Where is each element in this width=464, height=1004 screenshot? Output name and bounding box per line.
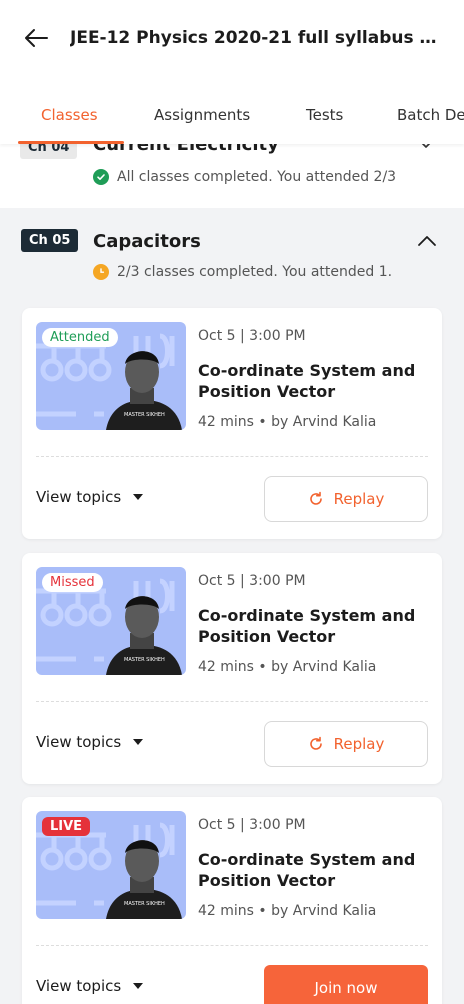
class-card: MASTER SIKHEH Attended Oct 5 | 3:00 PM C…	[22, 308, 442, 539]
tab-assignments[interactable]: Assignments	[154, 106, 250, 124]
svg-text:MASTER SIKHEH: MASTER SIKHEH	[124, 901, 165, 907]
tab-tests[interactable]: Tests	[306, 106, 343, 124]
replay-button[interactable]: Replay	[264, 476, 428, 522]
page-title: JEE-12 Physics 2020-21 full syllabus co.…	[70, 28, 440, 48]
active-tab-indicator	[18, 141, 124, 144]
missed-badge: Missed	[42, 573, 103, 592]
back-button[interactable]	[16, 18, 56, 58]
chapter-title: Capacitors	[93, 231, 201, 252]
chapter-status: 2/3 classes completed. You attended 1.	[93, 264, 392, 280]
attended-badge: Attended	[42, 328, 118, 347]
replay-button[interactable]: Replay	[264, 721, 428, 767]
caret-down-icon	[133, 739, 144, 745]
caret-down-icon	[133, 494, 144, 500]
chapter-status-text: All classes completed. You attended 2/3	[117, 169, 397, 185]
chapter-status-text: 2/3 classes completed. You attended 1.	[117, 264, 393, 280]
tab-bar: Classes Assignments Tests Batch De	[0, 76, 464, 144]
classes-list: Ch 04 Current Electricity All classes co…	[0, 0, 464, 1004]
chapter-chip: Ch 05	[21, 229, 79, 252]
class-info: 42 mins • by Arvind Kalia	[198, 414, 377, 430]
class-card: MASTER SIKHEH Missed Oct 5 | 3:00 PM Co-…	[22, 553, 442, 784]
replay-icon	[308, 491, 324, 507]
replay-label: Replay	[333, 735, 385, 753]
divider	[36, 456, 428, 457]
class-thumbnail[interactable]: MASTER SIKHEH Missed	[36, 567, 186, 675]
class-title: Co-ordinate System and Position Vector	[198, 606, 416, 646]
view-topics-label: View topics	[36, 977, 122, 995]
class-date: Oct 5 | 3:00 PM	[198, 573, 306, 589]
class-title: Co-ordinate System and Position Vector	[198, 361, 416, 401]
class-thumbnail[interactable]: MASTER SIKHEH LIVE	[36, 811, 186, 919]
svg-text:MASTER SIKHEH: MASTER SIKHEH	[124, 412, 165, 418]
clock-icon	[93, 264, 109, 280]
tab-batch-details[interactable]: Batch De	[397, 106, 464, 124]
class-thumbnail[interactable]: MASTER SIKHEH Attended	[36, 322, 186, 430]
class-info: 42 mins • by Arvind Kalia	[198, 659, 377, 675]
class-info: 42 mins • by Arvind Kalia	[198, 903, 377, 919]
chevron-up-icon[interactable]	[416, 233, 438, 255]
divider	[36, 701, 428, 702]
join-now-button[interactable]: Join now	[264, 965, 428, 1004]
arrow-left-icon	[23, 28, 49, 48]
chapter-status: All classes completed. You attended 2/3	[93, 169, 396, 185]
replay-label: Replay	[333, 490, 385, 508]
view-topics-label: View topics	[36, 488, 122, 506]
view-topics-label: View topics	[36, 733, 122, 751]
view-topics-button[interactable]: View topics	[36, 488, 144, 506]
divider	[36, 945, 428, 946]
view-topics-button[interactable]: View topics	[36, 977, 144, 995]
view-topics-button[interactable]: View topics	[36, 733, 144, 751]
class-date: Oct 5 | 3:00 PM	[198, 817, 306, 833]
class-card: MASTER SIKHEH LIVE Oct 5 | 3:00 PM Co-or…	[22, 797, 442, 1004]
replay-icon	[308, 736, 324, 752]
class-title: Co-ordinate System and Position Vector	[198, 850, 416, 890]
check-circle-icon	[93, 169, 109, 185]
live-badge: LIVE	[42, 817, 91, 836]
app-bar: JEE-12 Physics 2020-21 full syllabus co.…	[0, 0, 464, 76]
tab-classes[interactable]: Classes	[41, 106, 98, 124]
caret-down-icon	[133, 983, 144, 989]
class-date: Oct 5 | 3:00 PM	[198, 328, 306, 344]
svg-text:MASTER SIKHEH: MASTER SIKHEH	[124, 657, 165, 663]
